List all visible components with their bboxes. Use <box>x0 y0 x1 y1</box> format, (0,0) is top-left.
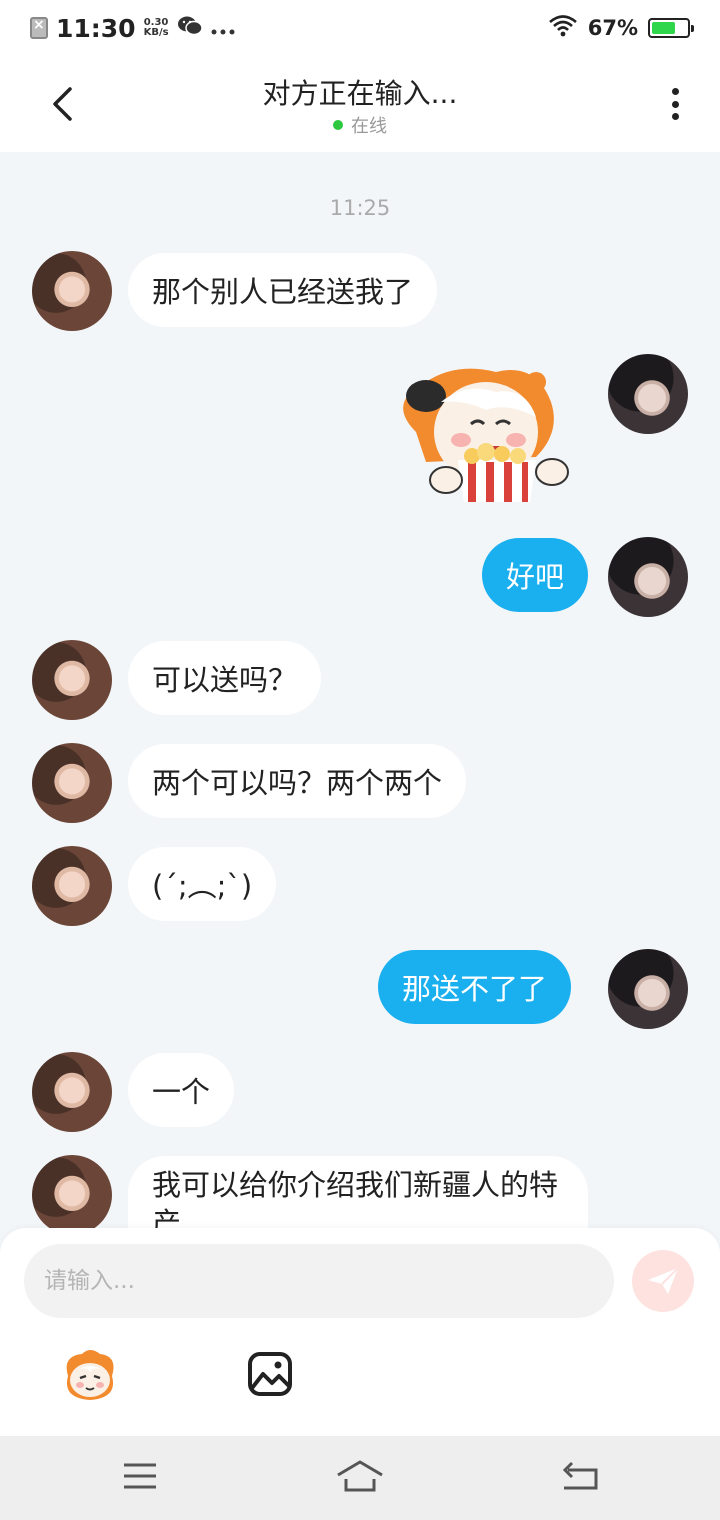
my-avatar[interactable] <box>608 949 688 1029</box>
contact-avatar[interactable] <box>32 846 112 926</box>
my-avatar[interactable] <box>608 537 688 617</box>
battery-level <box>652 22 675 34</box>
send-button[interactable] <box>632 1250 694 1312</box>
more-button[interactable] <box>660 84 690 124</box>
message-timestamp: 11:25 <box>329 196 391 220</box>
contact-avatar[interactable] <box>32 640 112 720</box>
contact-avatar[interactable] <box>32 1052 112 1132</box>
status-time: 11:30 <box>56 13 136 43</box>
menu-button[interactable] <box>116 1456 164 1496</box>
battery-icon <box>648 18 694 38</box>
image-button[interactable] <box>246 1350 294 1398</box>
wechat-notification-icon <box>177 15 203 42</box>
incoming-message: 我可以给你介绍我们新疆人的特产 <box>128 1156 588 1228</box>
send-icon <box>648 1267 679 1294</box>
home-button[interactable] <box>336 1456 384 1496</box>
input-panel <box>0 1228 720 1436</box>
popcorn-sticker-icon <box>403 368 569 502</box>
sticker-message[interactable] <box>386 362 578 512</box>
message-input[interactable] <box>24 1244 614 1318</box>
message-list[interactable]: 11:25 那个别人已经送我了 好吧 可以送吗？ 两个可以吗？两个两个 (´;︵… <box>0 152 720 1228</box>
my-avatar[interactable] <box>608 354 688 434</box>
outgoing-message: 好吧 <box>482 538 589 612</box>
online-dot <box>333 120 343 130</box>
more-icon <box>671 88 679 95</box>
contact-avatar[interactable] <box>32 1155 112 1228</box>
chat-title: 对方正在输入... <box>262 77 458 110</box>
back-nav-icon <box>562 1461 598 1490</box>
system-nav-bar <box>0 1436 720 1520</box>
chat-header: 对方正在输入... 在线 <box>0 56 720 152</box>
incoming-message: 那个别人已经送我了 <box>128 253 438 327</box>
network-speed: 0.30 KB/s <box>143 17 169 38</box>
emoji-sticker-icon <box>66 1350 114 1400</box>
more-notifications-icon <box>211 16 235 41</box>
battery-percent: 67% <box>587 16 638 40</box>
incoming-message: 两个可以吗？两个两个 <box>128 744 467 818</box>
no-sim-icon <box>30 17 48 39</box>
incoming-message: 可以送吗？ <box>128 641 322 715</box>
incoming-message: (´;︵;`) <box>128 847 277 921</box>
sticker-button[interactable] <box>58 1346 122 1406</box>
back-nav-button[interactable] <box>556 1456 604 1496</box>
status-bar: 11:30 0.30 KB/s 67% <box>0 0 720 56</box>
home-icon <box>337 1460 383 1492</box>
wifi-icon <box>548 14 578 42</box>
menu-icon <box>124 1463 156 1489</box>
contact-avatar[interactable] <box>32 743 112 823</box>
image-icon <box>248 1352 292 1396</box>
outgoing-message: 那送不了了 <box>378 950 572 1024</box>
incoming-message: 一个 <box>128 1053 235 1127</box>
contact-avatar[interactable] <box>32 251 112 331</box>
online-status: 在线 <box>0 112 720 138</box>
